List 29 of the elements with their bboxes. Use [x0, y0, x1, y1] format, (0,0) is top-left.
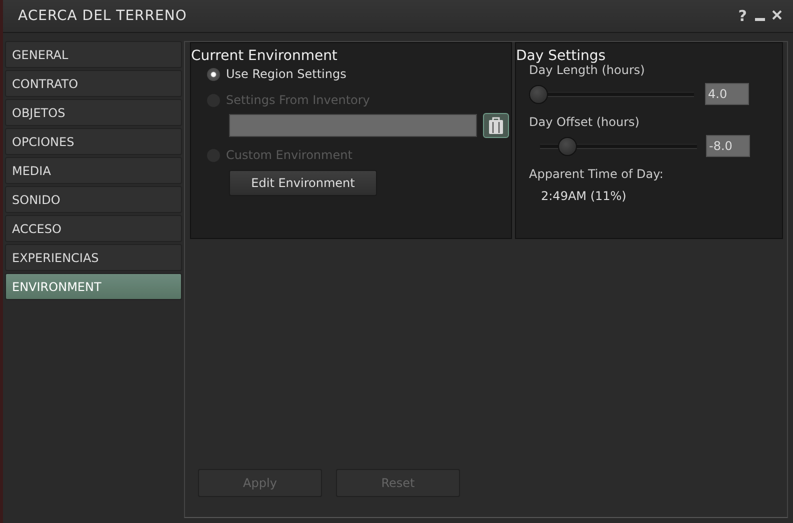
sidebar-tab[interactable]: SONIDO	[5, 186, 182, 213]
radio-label: Settings From Inventory	[226, 93, 370, 107]
radio-label: Custom Environment	[226, 148, 352, 162]
sidebar-tab[interactable]: OBJETOS	[5, 99, 182, 126]
sidebar-tab[interactable]: EXPERIENCIAS	[5, 244, 182, 271]
section-title: Current Environment	[191, 49, 338, 63]
section-title: Day Settings	[516, 49, 607, 63]
slider-label: Day Length (hours)	[529, 63, 646, 77]
sidebar-tab[interactable]: MEDIA	[5, 157, 182, 184]
radio-label: Use Region Settings	[226, 67, 346, 81]
sidebar-tab[interactable]: CONTRATO	[5, 70, 182, 97]
edit-environment-button[interactable]: Edit Environment	[229, 170, 377, 196]
time-value: 2:49AM (11%)	[541, 189, 628, 203]
slider-label: Day Offset (hours)	[529, 115, 640, 129]
time-label: Apparent Time of Day:	[529, 167, 664, 181]
radio-button[interactable]	[207, 68, 220, 80]
number-field[interactable]: 4.0	[705, 83, 749, 105]
sidebar-tab[interactable]: ENVIRONMENT	[5, 273, 182, 300]
bag-icon	[488, 116, 504, 134]
sidebar-tab[interactable]: ACCESO	[5, 215, 182, 242]
help-button[interactable]: ?	[736, 7, 749, 25]
inventory-button[interactable]	[483, 113, 509, 138]
slider-thumb[interactable]	[529, 84, 548, 104]
slider-thumb[interactable]	[558, 136, 577, 156]
window-title: ACERCA DEL TERRENO	[18, 8, 187, 24]
number-field[interactable]: -8.0	[706, 135, 750, 157]
inventory-field[interactable]	[229, 114, 477, 137]
sidebar-tab[interactable]: OPCIONES	[5, 128, 182, 155]
sidebar-tab[interactable]: GENERAL	[5, 41, 182, 68]
